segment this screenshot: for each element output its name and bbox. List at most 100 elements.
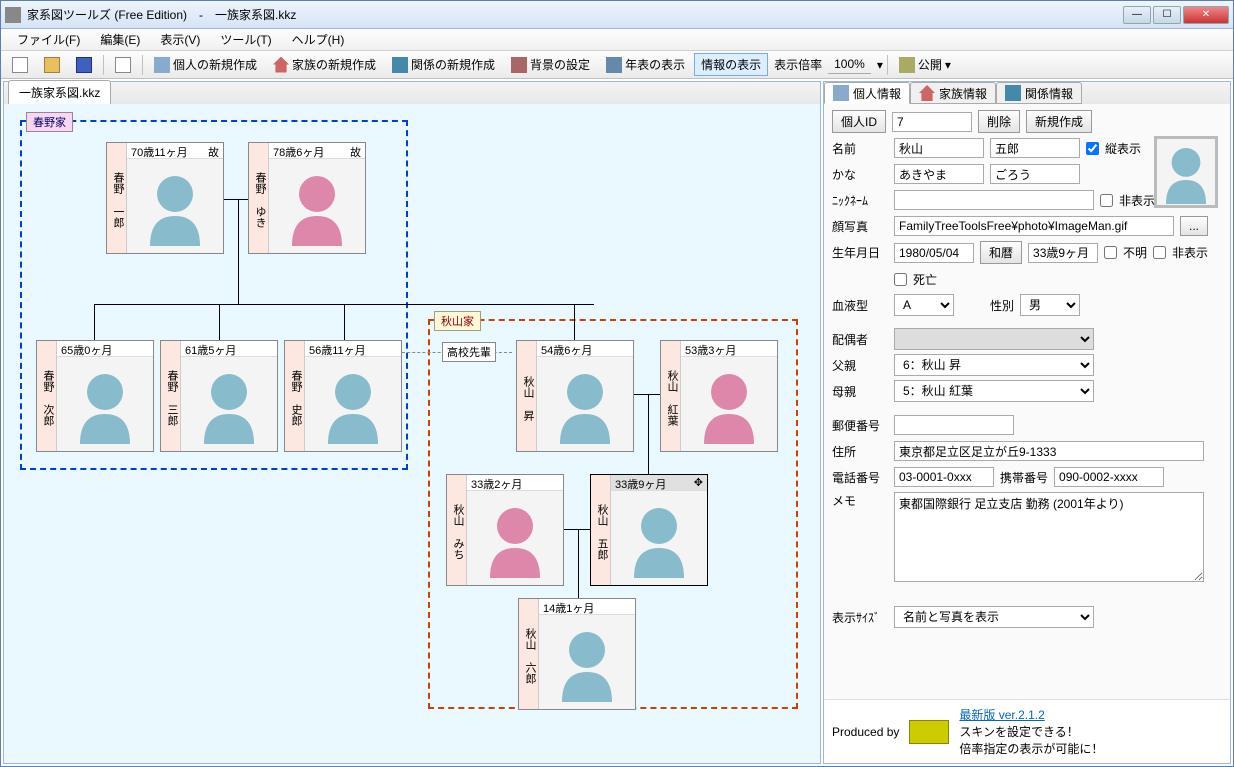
memo-label: メモ <box>832 492 888 509</box>
bday-field[interactable] <box>894 243 974 263</box>
tab-family-info[interactable]: 家族情報 <box>910 82 996 104</box>
kana-label: かな <box>832 166 888 183</box>
mobile-field[interactable] <box>1054 467 1164 487</box>
close-button[interactable]: ✕ <box>1183 6 1229 24</box>
death-checkbox[interactable] <box>894 273 907 286</box>
display-size-select[interactable]: 名前と写真を表示 <box>894 606 1094 628</box>
surname-field[interactable] <box>894 138 984 158</box>
mother-label: 母親 <box>832 383 888 400</box>
relation-icon <box>1005 85 1021 101</box>
menu-file[interactable]: ファイル(F) <box>7 29 90 50</box>
id-button[interactable]: 個人ID <box>832 110 886 133</box>
new-file-button[interactable] <box>5 54 35 76</box>
footer: Produced by 最新版 ver.2.1.2 スキンを設定できる！ 倍率指… <box>824 699 1230 763</box>
wareki-button[interactable]: 和暦 <box>980 241 1022 264</box>
bday-label: 生年月日 <box>832 244 888 261</box>
person-card[interactable]: 秋山 昇 54歳6ヶ月 <box>516 340 634 452</box>
timeline-button[interactable]: 年表の表示 <box>599 53 692 76</box>
kana-surname-field[interactable] <box>894 164 984 184</box>
window-title: 家系図ツールズ (Free Edition) - 一族家系図.kkz <box>27 6 1123 23</box>
person-card-selected[interactable]: 秋山 五郎 33歳9ヶ月✥ <box>590 474 708 586</box>
delete-button[interactable]: 削除 <box>978 110 1020 133</box>
spouse-select[interactable] <box>894 328 1094 350</box>
given-field[interactable] <box>990 138 1080 158</box>
nick-label: ﾆｯｸﾈｰﾑ <box>832 192 888 209</box>
version-link[interactable]: 最新版 ver.2.1.2 <box>959 708 1044 722</box>
copy-button[interactable] <box>108 54 138 76</box>
bday-hide-checkbox[interactable] <box>1153 246 1166 259</box>
maximize-button[interactable]: ☐ <box>1153 6 1181 24</box>
browse-button[interactable]: ... <box>1180 216 1208 236</box>
person-card[interactable]: 秋山 六郎 14歳1ヶ月 <box>518 598 636 710</box>
kana-given-field[interactable] <box>990 164 1080 184</box>
person-card[interactable]: 春野 ゆき 78歳6ヶ月故 <box>248 142 366 254</box>
person-card[interactable]: 秋山 みち 33歳2ヶ月 <box>446 474 564 586</box>
nick-hide-checkbox[interactable] <box>1100 194 1113 207</box>
sex-label: 性別 <box>990 297 1014 314</box>
menu-edit[interactable]: 編集(E) <box>90 29 150 50</box>
name-label: 名前 <box>832 140 888 157</box>
menu-tool[interactable]: ツール(T) <box>210 29 281 50</box>
tab-relation-info[interactable]: 関係情報 <box>996 82 1082 104</box>
unknown-checkbox[interactable] <box>1104 246 1117 259</box>
size-label: 表示ｻｲｽﾞ <box>832 609 888 626</box>
logo-icon <box>909 720 949 744</box>
publish-button[interactable]: 公開▾ <box>892 53 958 76</box>
family-label-akiyama: 秋山家 <box>434 311 481 331</box>
house-icon <box>919 85 935 101</box>
spouse-label: 配偶者 <box>832 331 888 348</box>
mother-select[interactable]: 5：秋山 紅葉 <box>894 380 1094 402</box>
person-icon <box>833 85 849 101</box>
zoom-value[interactable]: 100% <box>828 55 871 74</box>
person-card[interactable]: 春野 一郎 70歳11ヶ月故 <box>106 142 224 254</box>
mobile-label: 携帯番号 <box>1000 469 1048 486</box>
vertical-checkbox[interactable] <box>1086 142 1099 155</box>
create-button[interactable]: 新規作成 <box>1026 110 1092 133</box>
new-person-button[interactable]: 個人の新規作成 <box>147 53 264 76</box>
open-file-button[interactable] <box>37 54 67 76</box>
nick-field[interactable] <box>894 190 1094 210</box>
menu-view[interactable]: 表示(V) <box>150 29 210 50</box>
blood-select[interactable]: A <box>894 294 954 316</box>
father-label: 父親 <box>832 357 888 374</box>
menubar: ファイル(F) 編集(E) 表示(V) ツール(T) ヘルプ(H) <box>1 29 1233 51</box>
person-card[interactable]: 春野 次郎 65歳0ヶ月 <box>36 340 154 452</box>
minimize-button[interactable]: — <box>1123 6 1151 24</box>
addr-field[interactable] <box>894 441 1204 461</box>
tel-label: 電話番号 <box>832 469 888 486</box>
document-tab[interactable]: 一族家系図.kkz <box>8 80 111 104</box>
info-panel: 個人情報 家族情報 関係情報 個人ID 削除 新規作成 名前 <box>823 81 1231 764</box>
zoom-label: 表示倍率 <box>774 56 822 73</box>
menu-help[interactable]: ヘルプ(H) <box>282 29 355 50</box>
zip-label: 郵便番号 <box>832 417 888 434</box>
person-card[interactable]: 春野 三郎 61歳5ヶ月 <box>160 340 278 452</box>
sex-select[interactable]: 男 <box>1020 294 1080 316</box>
toolbar: 個人の新規作成 家族の新規作成 関係の新規作成 背景の設定 年表の表示 情報の表… <box>1 51 1233 79</box>
app-icon <box>5 7 21 23</box>
family-label-haruno: 春野家 <box>26 112 73 132</box>
blood-label: 血液型 <box>832 297 888 314</box>
photo-preview <box>1154 136 1218 208</box>
titlebar: 家系図ツールズ (Free Edition) - 一族家系図.kkz — ☐ ✕ <box>1 1 1233 29</box>
tree-canvas[interactable]: 春野家 秋山家 <box>4 104 820 763</box>
move-handle-icon[interactable]: ✥ <box>694 476 703 489</box>
id-field[interactable] <box>892 112 972 132</box>
photo-path-field[interactable] <box>894 216 1174 236</box>
save-file-button[interactable] <box>69 54 99 76</box>
zoom-dropdown-icon[interactable]: ▾ <box>877 58 883 72</box>
info-button[interactable]: 情報の表示 <box>694 53 768 76</box>
zip-field[interactable] <box>894 415 1014 435</box>
new-relation-button[interactable]: 関係の新規作成 <box>385 53 502 76</box>
bg-setting-button[interactable]: 背景の設定 <box>504 53 597 76</box>
relation-label-hs[interactable]: 高校先輩 <box>442 342 496 362</box>
tel-field[interactable] <box>894 467 994 487</box>
addr-label: 住所 <box>832 443 888 460</box>
tab-person-info[interactable]: 個人情報 <box>824 82 910 104</box>
new-family-button[interactable]: 家族の新規作成 <box>266 53 383 76</box>
photo-label: 顔写真 <box>832 218 888 235</box>
person-card[interactable]: 春野 史郎 56歳11ヶ月 <box>284 340 402 452</box>
memo-field[interactable]: 東都国際銀行 足立支店 勤務 (2001年より) <box>894 492 1204 582</box>
age-field <box>1028 243 1098 263</box>
person-card[interactable]: 秋山 紅葉 53歳3ヶ月 <box>660 340 778 452</box>
father-select[interactable]: 6：秋山 昇 <box>894 354 1094 376</box>
